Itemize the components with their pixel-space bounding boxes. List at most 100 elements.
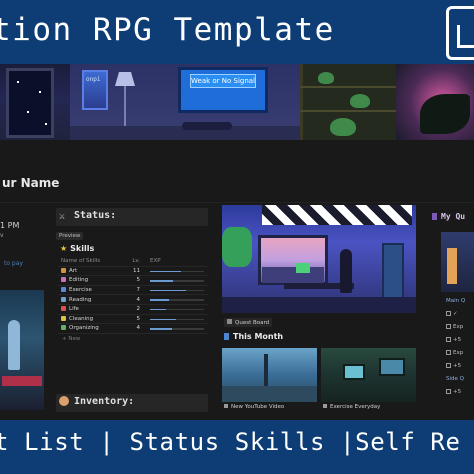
- monitor-icon: [379, 358, 405, 376]
- inventory-header[interactable]: Inventory:: [56, 394, 208, 412]
- my-quests-heading: My Qu: [432, 212, 465, 221]
- my-quests-label: My Qu: [441, 212, 466, 221]
- exp-bar-track: [150, 299, 204, 301]
- plant-icon: [350, 94, 370, 108]
- tv-signal-label: Weak or No Signal: [190, 74, 256, 88]
- quest-board-label: Quest Board: [235, 320, 270, 326]
- skill-icon: [61, 277, 66, 283]
- skill-name: Art: [58, 267, 116, 274]
- skill-level: 11: [133, 267, 140, 274]
- skill-row[interactable]: Life 2: [58, 305, 208, 315]
- water: [222, 386, 317, 402]
- page-title[interactable]: ur Name: [2, 176, 59, 190]
- checkbox-icon[interactable]: [446, 311, 451, 316]
- page-icon: [323, 404, 327, 408]
- preview-tab[interactable]: Preview: [56, 232, 84, 240]
- quest-item-text: ✓: [453, 311, 458, 317]
- quest-item[interactable]: Exp: [446, 324, 463, 330]
- skill-row[interactable]: Art 11: [58, 267, 208, 277]
- checkbox-icon[interactable]: [446, 363, 451, 368]
- skill-row[interactable]: Reading 4: [58, 295, 208, 305]
- quest-image: [441, 232, 474, 292]
- tv-stand: [182, 122, 232, 130]
- character-image: [0, 290, 44, 410]
- checkbox-icon[interactable]: [446, 337, 451, 342]
- quest-card-caption-text: New YouTube Video: [231, 404, 285, 410]
- room-floor: [222, 297, 416, 313]
- exp-bar-fill: [150, 299, 170, 301]
- clock-time: 1 PM: [0, 221, 20, 230]
- night-window: [6, 68, 54, 138]
- skills-table: Name of Skills Lv. EXP Art 11 Editing 5 Exer…: [58, 257, 208, 344]
- quest-card-image[interactable]: [222, 348, 317, 402]
- potion-icon: [59, 396, 69, 406]
- skill-row[interactable]: Editing 5: [58, 276, 208, 286]
- column-header-level[interactable]: Lv.: [116, 258, 146, 264]
- quest-card-caption[interactable]: Exercise Everyday: [323, 404, 380, 410]
- this-month-heading: This Month: [224, 332, 283, 341]
- quest-board-tab[interactable]: Quest Board: [224, 318, 273, 327]
- quest-card-caption[interactable]: New YouTube Video: [224, 404, 284, 410]
- quest-item-text: Side Q: [446, 376, 464, 382]
- exp-bar-fill: [150, 318, 176, 321]
- quest-item-text: Exp: [453, 350, 464, 356]
- skill-icon: [61, 315, 66, 321]
- shelf-line: [300, 110, 400, 112]
- skill-row[interactable]: Cleaning 5: [58, 315, 208, 325]
- checkbox-icon[interactable]: [446, 324, 451, 329]
- skill-row[interactable]: Exercise 7: [58, 286, 208, 296]
- skills-title-text: Skills: [70, 244, 95, 253]
- footer-banner: t List | Status Skills |Self Re: [0, 420, 474, 474]
- column-header-name[interactable]: Name of Skills: [58, 258, 116, 264]
- skill-exp: [146, 315, 208, 324]
- person-figure: [340, 249, 352, 293]
- skill-name: Editing: [58, 277, 116, 283]
- skill-exp: [146, 305, 208, 314]
- leaf-icon: [420, 94, 470, 134]
- exp-bar-track: [150, 280, 204, 282]
- left-link[interactable]: to pay: [4, 260, 23, 267]
- shelf-line: [300, 86, 400, 88]
- quest-card-image[interactable]: [321, 348, 416, 402]
- skill-name-text: Art: [69, 267, 78, 274]
- status-header[interactable]: ⚔ Status:: [56, 208, 208, 226]
- cover-image: onpi Weak or No Signal: [0, 64, 474, 140]
- exp-bar-track: [150, 289, 204, 292]
- exp-bar-track: [150, 270, 204, 273]
- add-skill-button[interactable]: + New: [58, 334, 208, 344]
- plant-icon: [330, 118, 356, 136]
- red-strip: [2, 376, 42, 386]
- quest-item[interactable]: ✓: [446, 311, 458, 317]
- notion-page: onpi Weak or No Signal ur Name 1 PM v to…: [0, 64, 474, 420]
- star-icon: ★: [60, 244, 68, 253]
- checkbox-icon[interactable]: [446, 350, 451, 355]
- monitor-icon: [296, 263, 310, 273]
- skill-name-text: Editing: [69, 277, 89, 284]
- exp-bar-fill: [150, 270, 182, 273]
- skill-name-text: Life: [69, 306, 79, 313]
- quest-item[interactable]: +5: [446, 337, 461, 343]
- quest-item[interactable]: +5: [446, 389, 461, 395]
- checker-ceiling: [262, 205, 412, 225]
- skill-level: 4: [136, 296, 141, 303]
- checkbox-icon[interactable]: [446, 389, 451, 394]
- skill-level: 2: [136, 306, 141, 313]
- skill-level: 7: [136, 287, 141, 294]
- bookmark-icon: [432, 213, 437, 220]
- skill-level: 5: [136, 315, 141, 322]
- skill-name-text: Cleaning: [69, 315, 94, 322]
- plant-icon: [318, 72, 334, 84]
- skill-level: 5: [136, 277, 141, 284]
- quest-group-heading[interactable]: Side Q: [446, 376, 464, 382]
- skill-exp: [146, 295, 208, 304]
- skill-row[interactable]: Organizing 4: [58, 324, 208, 334]
- column-header-exp[interactable]: EXP: [146, 257, 208, 266]
- quest-item-text: Exp: [453, 324, 464, 330]
- skill-exp: [146, 324, 208, 333]
- quest-item[interactable]: Exp: [446, 350, 463, 356]
- quest-group-heading[interactable]: Main Q: [446, 298, 465, 304]
- exp-bar-track: [150, 318, 204, 321]
- page-icon: [224, 404, 228, 408]
- quest-item[interactable]: +5: [446, 363, 461, 369]
- character-figure: [447, 248, 457, 284]
